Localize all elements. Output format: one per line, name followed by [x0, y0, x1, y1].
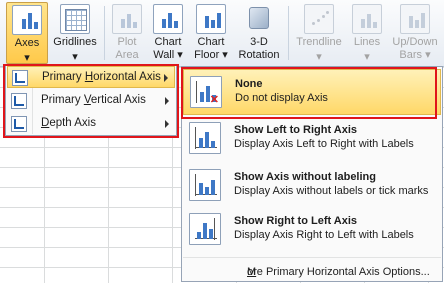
lines-button[interactable]: Lines ▾: [348, 2, 386, 64]
menu-item-primary-vertical-axis[interactable]: Primary Vertical Axis: [7, 90, 175, 112]
label-text-post: ertical Axis: [90, 94, 146, 106]
gridlines-label: Gridlines: [53, 36, 97, 48]
access-key: V: [83, 94, 91, 106]
option-description: Display Axis Left to Right with Labels: [234, 138, 414, 150]
trendline-label: Trendline: [296, 36, 342, 48]
option-show-right-to-left-axis[interactable]: Show Right to Left Axis Display Axis Rig…: [183, 207, 441, 253]
up-down-bars-label-2-text: Bars: [399, 49, 423, 61]
menu-item-label: Depth Axis: [41, 117, 96, 129]
axes-label: Axes: [14, 37, 40, 49]
access-key: H: [84, 71, 94, 83]
option-title: None: [235, 78, 263, 90]
right-to-left-axis-icon: [189, 213, 221, 245]
left-to-right-axis-icon: [189, 122, 221, 154]
gridlines-dropdown-arrow: ▾: [72, 51, 78, 63]
ribbon-separator: [288, 6, 289, 60]
option-show-axis-without-labeling[interactable]: Show Axis without labeling Display Axis …: [183, 163, 441, 209]
label-text-post: ore Primary Horizontal Axis Options...: [247, 266, 430, 278]
axes-submenu: Primary Horizontal Axis Primary Vertical…: [5, 64, 177, 136]
chart-wall-label-2: Wall ▾: [153, 49, 183, 61]
label-text-post: epth Axis: [49, 117, 96, 129]
label-text-pre: Primary: [42, 71, 85, 83]
submenu-arrow-icon: [164, 74, 168, 82]
gridlines-button[interactable]: Gridlines ▾: [50, 2, 100, 64]
chart-floor-icon: [196, 4, 226, 34]
3d-rotation-button[interactable]: 3-D Rotation: [234, 2, 284, 64]
chart-wall-label-1: Chart: [154, 36, 182, 48]
option-description: Display Axis Right to Left with Labels: [234, 229, 414, 241]
vertical-axis-icon: [11, 93, 27, 109]
chart-layout-ribbon: Axes ▾ Gridlines ▾ Plot Area Chart Wall …: [0, 0, 444, 67]
menu-item-label: Primary Horizontal Axis: [42, 71, 161, 83]
chart-floor-label-2: Floor ▾: [194, 49, 228, 61]
horizontal-axis-dropdown: ✕ None Do not display Axis Show Left to …: [181, 66, 443, 282]
lines-dropdown-arrow: ▾: [364, 51, 370, 63]
trendline-icon: [304, 4, 334, 34]
option-title: Show Left to Right Axis: [234, 124, 358, 136]
menu-item-depth-axis[interactable]: Depth Axis: [7, 113, 175, 135]
plot-area-label-1: Plot: [117, 36, 137, 48]
chart-floor-button[interactable]: Chart Floor ▾: [190, 2, 232, 64]
depth-axis-icon: [11, 116, 27, 132]
axes-icon: [12, 5, 42, 35]
option-title: Show Axis without labeling: [234, 171, 376, 183]
lines-icon: [352, 4, 382, 34]
plot-area-icon: [112, 4, 142, 34]
option-description: Do not display Axis: [235, 92, 328, 104]
no-axis-icon: ✕: [190, 76, 222, 108]
submenu-arrow-icon: [165, 97, 169, 105]
chart-wall-label-2-text: Wall: [153, 49, 175, 61]
axes-button[interactable]: Axes ▾: [6, 2, 48, 64]
horizontal-axis-icon: [12, 70, 28, 86]
plot-area-button[interactable]: Plot Area: [108, 2, 146, 64]
3d-rotation-label-2: Rotation: [238, 49, 280, 61]
trendline-button[interactable]: Trendline ▾: [292, 2, 346, 64]
menu-item-primary-horizontal-axis[interactable]: Primary Horizontal Axis: [7, 66, 175, 88]
option-show-left-to-right-axis[interactable]: Show Left to Right Axis Display Axis Lef…: [183, 116, 441, 162]
3d-rotation-label-1: 3-D: [250, 36, 268, 48]
menu-item-label: Primary Vertical Axis: [41, 94, 146, 106]
up-down-bars-button[interactable]: Up/Down Bars ▾: [388, 2, 442, 64]
ribbon-separator: [104, 6, 105, 60]
option-description: Display Axis without labels or tick mark…: [234, 185, 429, 197]
plot-area-label-2: Area: [115, 49, 139, 61]
chart-floor-label-1: Chart: [197, 36, 225, 48]
axis-without-labels-icon: [189, 169, 221, 201]
chart-floor-label-2-text: Floor: [194, 49, 220, 61]
chart-wall-button[interactable]: Chart Wall ▾: [148, 2, 188, 64]
option-none[interactable]: ✕ None Do not display Axis: [183, 69, 441, 115]
3d-rotation-icon: [244, 4, 274, 34]
up-down-bars-label-2: Bars ▾: [399, 49, 431, 61]
label-text-pre: Primary: [41, 94, 84, 106]
label-text-post: orizontal Axis: [93, 71, 161, 83]
lines-label: Lines: [353, 36, 381, 48]
submenu-arrow-icon: [165, 120, 169, 128]
trendline-dropdown-arrow: ▾: [316, 51, 322, 63]
chart-wall-icon: [153, 4, 183, 34]
gridlines-icon: [60, 4, 90, 34]
more-options-link[interactable]: More Primary Horizontal Axis Options...: [183, 257, 441, 280]
up-down-bars-label-1: Up/Down: [392, 36, 438, 48]
option-title: Show Right to Left Axis: [234, 215, 358, 227]
up-down-bars-icon: [400, 4, 430, 34]
